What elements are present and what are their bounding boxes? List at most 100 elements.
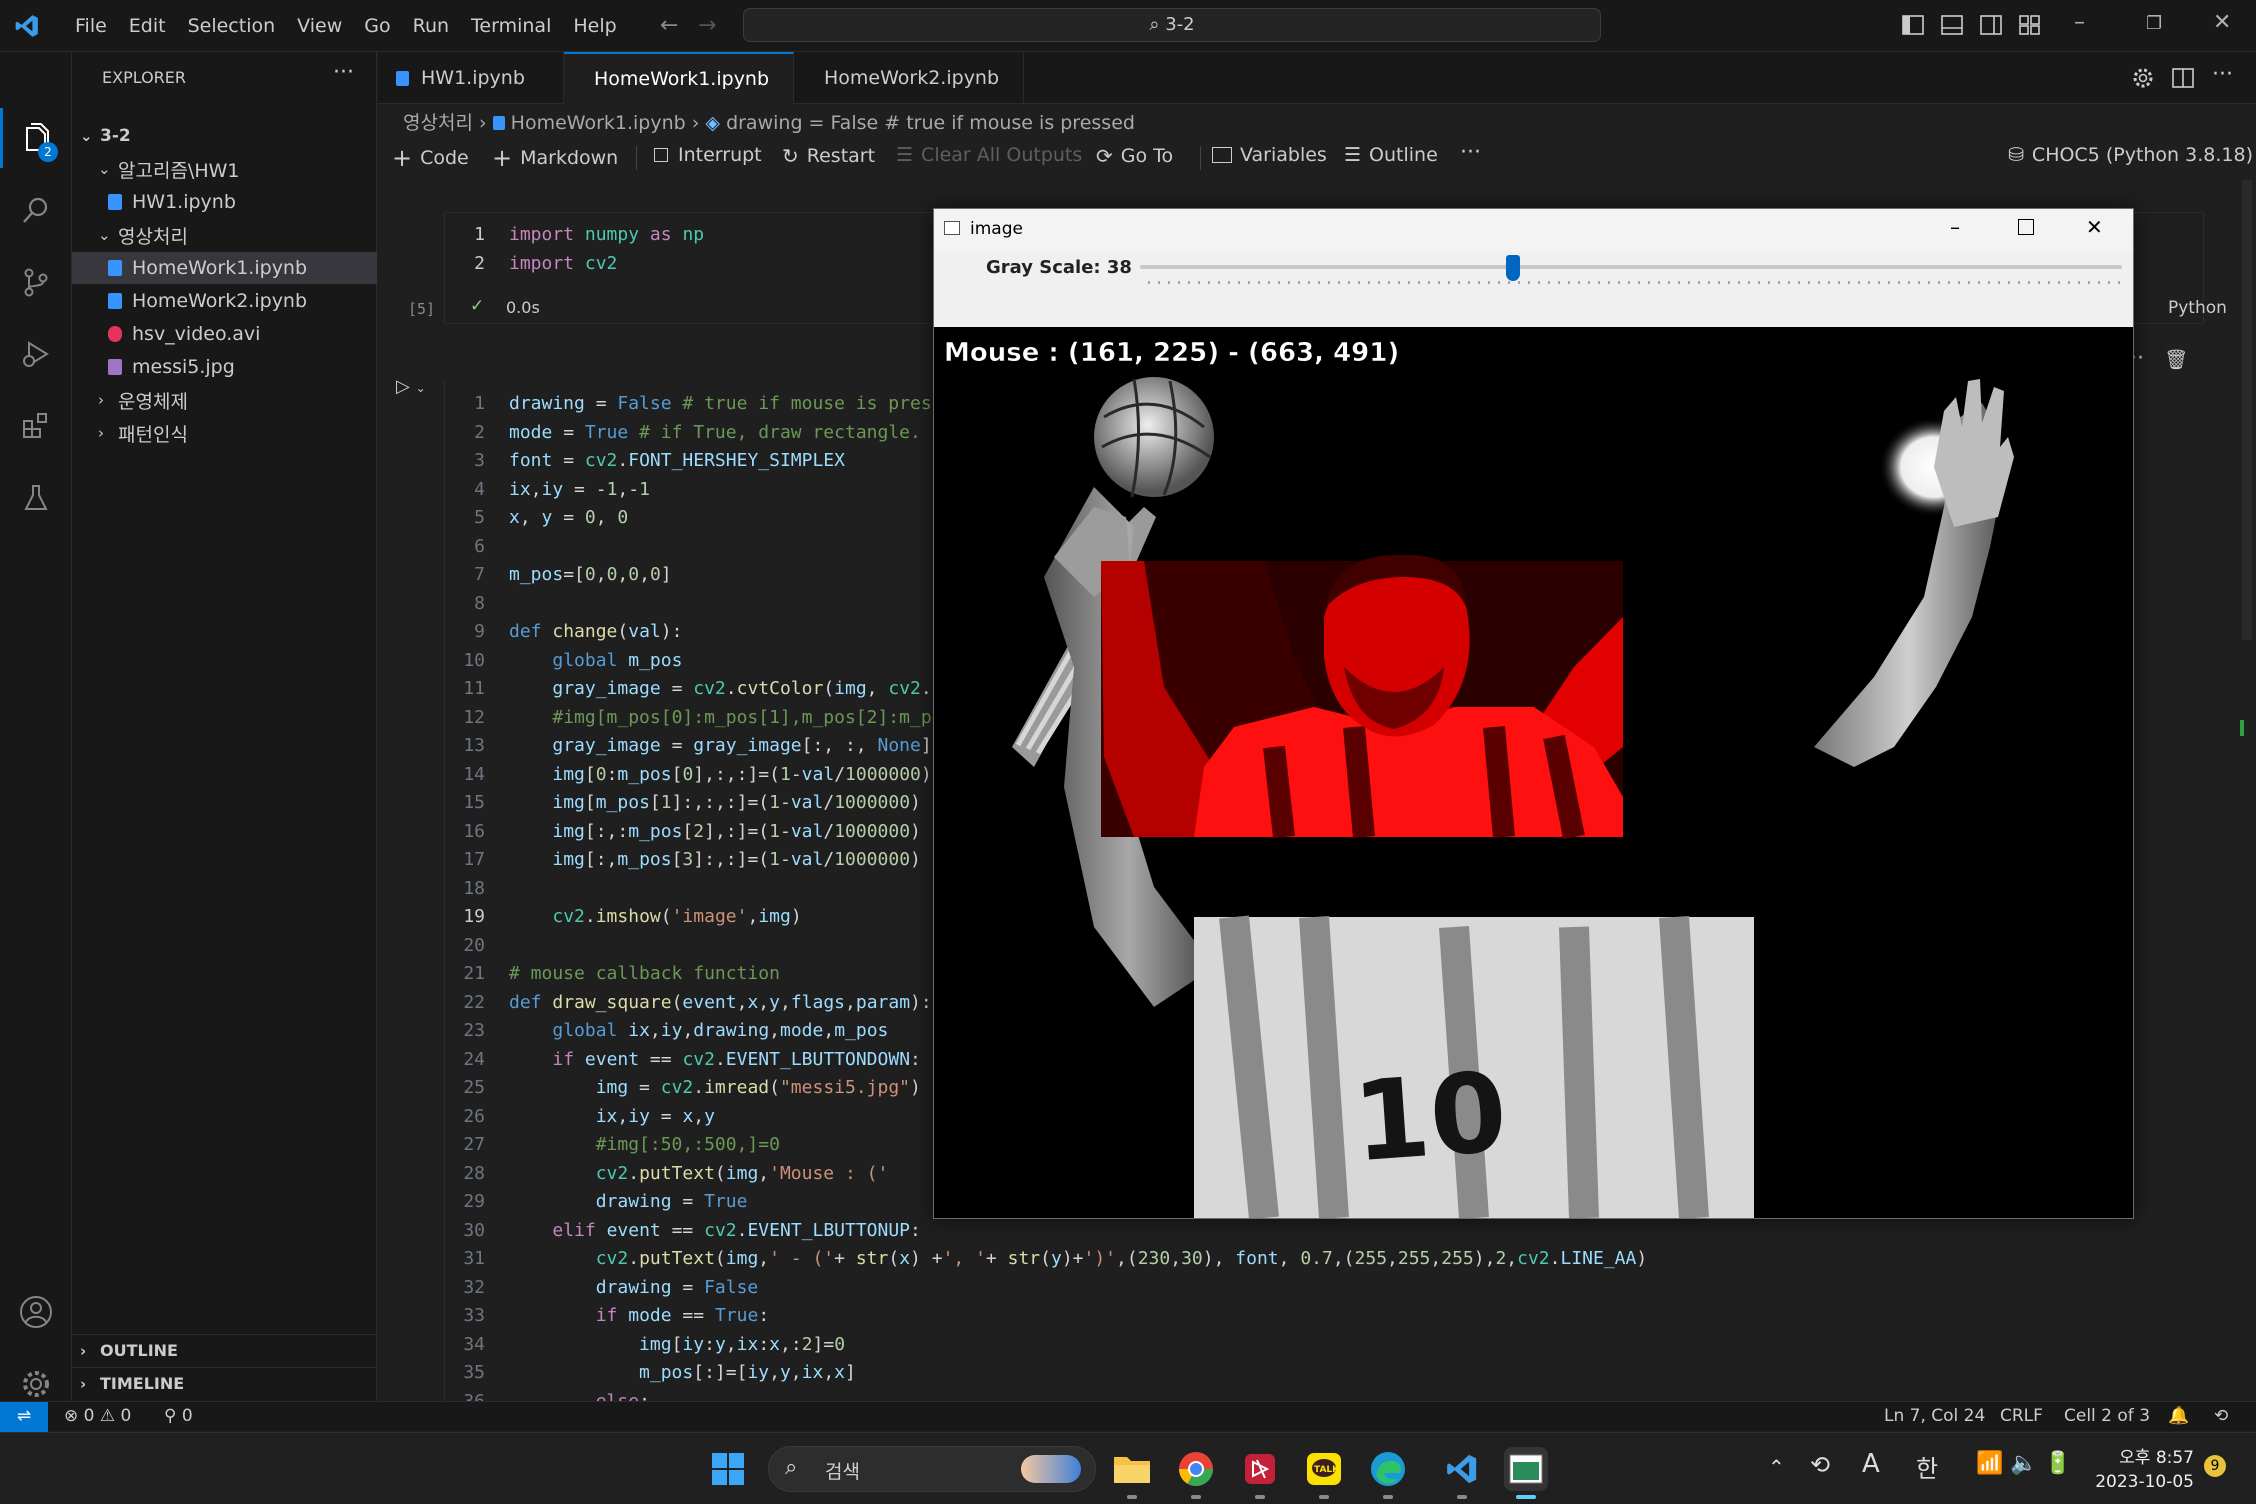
tree-file-hw1[interactable]: HW1.ipynb [72,186,377,218]
menu-edit[interactable]: Edit [118,15,177,37]
line-ending[interactable]: CRLF [2000,1406,2043,1426]
trackbar-thumb[interactable] [1506,255,1521,281]
taskbar-search[interactable]: ⌕ 검색 [768,1446,1096,1492]
variables-button[interactable]: Variables [1212,144,1327,166]
source-control-icon[interactable] [16,262,56,302]
edge-icon[interactable] [1366,1447,1410,1491]
explorer-title: EXPLORER [102,68,186,87]
image-canvas[interactable]: 10 Mouse : (161, 225) - (663, 491) [934,327,2133,1218]
tree-file-homework1[interactable]: HomeWork1.ipynb [72,252,377,284]
search-icon[interactable] [16,190,56,230]
menu-go[interactable]: Go [353,15,401,37]
testing-flask-icon[interactable] [16,478,56,518]
tree-item-label: HW1.ipynb [132,191,236,213]
settings-gear-icon[interactable] [16,1364,56,1404]
windows-taskbar: ⌕ 검색 TALK ⌃ ⟲ A 한 📶 🔈 🔋 오후 8:57 2023-10-… [0,1432,2256,1504]
interrupt-button[interactable]: Interrupt [654,144,762,166]
workspace-root[interactable]: ⌄ 3-2 [72,120,377,152]
tree-file-homework2[interactable]: HomeWork2.ipynb [72,285,377,317]
add-markdown-button[interactable]: + Markdown [492,144,618,172]
menu-file[interactable]: File [64,15,118,37]
delete-cell-icon[interactable]: 🗑 [2164,348,2188,371]
outline-button[interactable]: ☰ Outline [1344,144,1438,166]
notifications-bell-icon[interactable]: 🔔 [2168,1406,2189,1426]
tree-folder-pattern[interactable]: › 패턴인식 [72,417,377,449]
tab-homework2[interactable]: HomeWork2.ipynb [794,52,1024,104]
ports-indicator[interactable]: ⚲ 0 [164,1406,193,1426]
extensions-icon[interactable] [16,406,56,446]
breadcrumb-cell[interactable]: drawing = False # true if mouse is press… [726,112,1135,134]
volume-icon[interactable]: 🔈 [2010,1451,2037,1476]
minimize-icon[interactable]: – [1950,215,1960,239]
cell-1-source[interactable]: import numpy as np import cv2 [509,221,704,278]
split-editor-icon[interactable] [2172,67,2194,89]
more-actions-icon[interactable]: ··· [1460,140,1481,165]
accounts-sync-icon[interactable]: ⟲ [2214,1406,2228,1426]
image-window-titlebar[interactable]: image – ✕ [934,209,2133,251]
cursor-position[interactable]: Ln 7, Col 24 [1884,1406,1985,1426]
goto-button[interactable]: ⟳ Go To [1096,144,1173,168]
activity-bar: 2 [0,52,72,1401]
kernel-picker[interactable]: ⛁ CHOC5 (Python 3.8.18) [2008,144,2253,166]
kakaotalk-icon[interactable]: TALK [1302,1447,1346,1491]
menu-help[interactable]: Help [562,15,627,37]
maximize-icon[interactable] [2018,219,2034,235]
battery-icon[interactable]: 🔋 [2044,1451,2071,1476]
toggle-secondary-sidebar-icon[interactable] [1980,15,2002,35]
start-windows-icon[interactable] [706,1447,750,1491]
more-actions-icon[interactable]: ··· [333,60,354,85]
toggle-primary-sidebar-icon[interactable] [1902,15,1924,35]
opencv-image-window[interactable]: image – ✕ Gray Scale: 38 10 Mouse: (161… [933,208,2134,1219]
menu-terminal[interactable]: Terminal [460,15,562,37]
cell-language[interactable]: Python [2168,298,2227,318]
app-red-icon[interactable] [1238,1447,1282,1491]
close-icon[interactable]: ✕ [2086,215,2103,239]
timeline-section[interactable]: › TIMELINE [72,1367,377,1399]
ime-mode-a[interactable]: A [1862,1449,1880,1479]
back-arrow-icon[interactable]: ← [660,13,678,38]
cell-indicator[interactable]: Cell 2 of 3 [2064,1406,2150,1426]
notification-count-badge[interactable]: 9 [2204,1455,2226,1477]
editor-scrollbar[interactable] [2242,180,2252,640]
python-image-window-taskbar-icon[interactable] [1504,1447,1548,1491]
tab-hw1[interactable]: HW1.ipynb [378,52,564,104]
customize-layout-icon[interactable] [2019,15,2041,35]
clock[interactable]: 오후 8:57 2023-10-05 [2094,1443,2194,1492]
more-actions-icon[interactable]: ··· [2212,62,2233,87]
menu-run[interactable]: Run [402,15,460,37]
restart-button[interactable]: ↻ Restart [782,144,875,168]
run-cell-icon[interactable]: ▷ ⌄ [396,376,426,397]
clear-outputs-button[interactable]: ☰ Clear All Outputs [896,144,1082,166]
tree-file-video[interactable]: hsv_video.avi [72,318,377,350]
remote-indicator-icon[interactable]: ⇌ [0,1402,48,1432]
vscode-taskbar-icon[interactable] [1440,1447,1484,1491]
trackbar-track[interactable] [1140,265,2122,269]
tree-folder-os[interactable]: › 운영체제 [72,384,377,416]
file-explorer-icon[interactable] [1110,1447,1154,1491]
accounts-icon[interactable] [16,1292,56,1332]
breadcrumb-folder[interactable]: 영상처리 [403,112,473,134]
show-hidden-icons[interactable]: ⌃ [1768,1455,1785,1479]
menu-selection[interactable]: Selection [177,15,287,37]
add-code-button[interactable]: + Code [392,144,469,172]
forward-arrow-icon[interactable]: → [698,13,716,38]
chrome-icon[interactable] [1174,1447,1218,1491]
settings-gear-icon[interactable] [2132,67,2154,89]
wifi-icon[interactable]: 📶 [1976,1451,2003,1476]
toggle-panel-icon[interactable] [1941,15,1963,35]
sync-icon[interactable]: ⟲ [1810,1451,1830,1479]
outline-section[interactable]: › OUTLINE [72,1334,377,1366]
tree-folder-image-processing[interactable]: ⌄ 영상처리 [72,219,377,251]
problems-indicator[interactable]: ⊗ 0 ⚠ 0 [64,1406,131,1426]
close-icon[interactable]: ✕ [2213,10,2231,35]
tree-folder-algorithm[interactable]: ⌄ 알고리즘\HW1 [72,153,377,185]
minimize-icon[interactable]: – [2074,10,2085,35]
ime-hangul[interactable]: 한 [1916,1449,1938,1484]
tree-file-image[interactable]: messi5.jpg [72,351,377,383]
tab-homework1[interactable]: HomeWork1.ipynb [564,52,794,104]
run-debug-icon[interactable] [16,334,56,374]
restore-icon[interactable]: ❐ [2146,13,2162,34]
breadcrumb-file[interactable]: HomeWork1.ipynb [511,112,686,134]
menu-view[interactable]: View [286,15,353,37]
command-center-search[interactable]: ⌕ 3-2 [743,8,1601,42]
